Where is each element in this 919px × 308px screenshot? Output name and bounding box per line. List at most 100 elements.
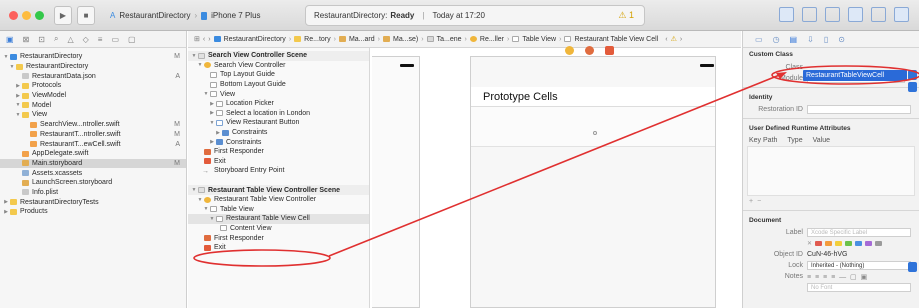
version-editor-icon[interactable] — [825, 7, 840, 22]
class-dropdown-button[interactable] — [908, 70, 917, 80]
resize-handle[interactable] — [593, 131, 597, 135]
scene-icon — [198, 187, 205, 194]
view-controller-icon[interactable] — [565, 46, 574, 55]
navigator-item-file[interactable]: AppDelegate.swift — [0, 149, 186, 159]
related-items-icon[interactable]: ⊞ — [194, 35, 200, 43]
breadcrumb-item[interactable]: RestaurantDirectory — [224, 36, 286, 43]
outline-item[interactable]: Top Layout Guide — [188, 70, 369, 80]
navigator-item-group[interactable]: ▶ Products — [0, 207, 186, 217]
report-navigator-icon[interactable]: ▢ — [128, 35, 136, 44]
issue-navigator-icon[interactable]: △ — [67, 35, 73, 44]
outline-item[interactable]: ▶ Select a location in London — [188, 109, 369, 119]
debug-area-toggle-icon[interactable] — [871, 7, 886, 22]
warning-badge[interactable]: ⚠ 1 — [618, 10, 634, 21]
notes-format-toolbar[interactable]: ≡ ≡ ≡ ≡ — ▢ ▣ — [807, 273, 868, 281]
stop-button[interactable]: ■ — [77, 6, 95, 25]
outline-item[interactable]: ▼ Search View Controller — [188, 61, 369, 71]
breakpoint-navigator-icon[interactable]: ▭ — [111, 35, 119, 44]
file-inspector-icon[interactable]: ▭ — [755, 35, 763, 44]
zoom-window-icon[interactable] — [35, 11, 44, 20]
source-control-icon[interactable]: ⊠ — [23, 35, 30, 44]
prototype-cell[interactable] — [471, 107, 715, 147]
symbol-navigator-icon[interactable]: ⊡ — [38, 35, 45, 44]
navigator-item-file[interactable]: RestaurantT...ntroller.swift M — [0, 130, 186, 140]
forward-button[interactable]: › — [208, 36, 210, 43]
find-navigator-icon[interactable]: ⌕ — [54, 34, 58, 44]
outline-item[interactable]: Bottom Layout Guide — [188, 80, 369, 90]
outline-item[interactable]: ▶ Constraints — [188, 128, 369, 138]
navigator-item-group[interactable]: ▶ Protocols — [0, 81, 186, 91]
outline-item[interactable]: → Storyboard Entry Point — [188, 166, 369, 176]
outline-scene[interactable]: ▼ Restaurant Table View Controller Scene — [188, 185, 369, 195]
navigator-item-group[interactable]: ▼ RestaurantDirectory — [0, 62, 186, 72]
back-button[interactable]: ‹ — [203, 36, 205, 43]
issue-forward-icon[interactable]: › — [680, 36, 682, 43]
module-dropdown-button[interactable] — [908, 82, 917, 92]
search-scene-frame[interactable] — [372, 56, 420, 308]
quick-help-icon[interactable]: ◷ — [773, 35, 780, 44]
doc-label-field[interactable]: Xcode Specific Label — [807, 228, 911, 237]
navigator-item-file[interactable]: Assets.xcassets — [0, 168, 186, 178]
restoration-id-field[interactable] — [807, 105, 911, 114]
outline-item-selected[interactable]: ▼ Restaurant Table View Cell — [188, 214, 369, 224]
exit-icon[interactable] — [605, 46, 614, 55]
test-navigator-icon[interactable]: ◇ — [83, 35, 89, 44]
outline-item[interactable]: ▶ Location Picker — [188, 99, 369, 109]
navigator-item-file[interactable]: RestaurantData.json A — [0, 71, 186, 81]
standard-editor-icon[interactable] — [779, 7, 794, 22]
navigator-item-file[interactable]: SearchView...ntroller.swift M — [0, 120, 186, 130]
breadcrumb-item[interactable]: Ta...ene — [437, 36, 462, 43]
navigator-item-group[interactable]: ▶ ViewModel — [0, 91, 186, 101]
scheme-selector[interactable]: A RestaurantDirectory › iPhone 7 Plus — [110, 6, 290, 25]
navigator-item-group[interactable]: ▼ View — [0, 110, 186, 120]
swift-file-icon — [30, 121, 37, 128]
minimize-window-icon[interactable] — [22, 11, 31, 20]
navigator-item-file[interactable]: RestaurantT...ewCell.swift A — [0, 139, 186, 149]
outline-item[interactable]: First Responder — [188, 233, 369, 243]
lock-dropdown-button[interactable] — [908, 262, 917, 272]
breadcrumb-item[interactable]: Ma...ard — [349, 36, 375, 43]
runtime-attributes-table[interactable] — [747, 146, 915, 196]
assistant-editor-icon[interactable] — [802, 7, 817, 22]
debug-navigator-icon[interactable]: ≡ — [98, 35, 103, 44]
navigator-item-file[interactable]: Info.plist — [0, 188, 186, 198]
project-navigator-icon[interactable]: ▣ — [6, 35, 14, 44]
outline-item[interactable]: ▼ View Restaurant Button — [188, 118, 369, 128]
outline-item[interactable]: ▼ Table View — [188, 205, 369, 215]
add-attribute-icon[interactable]: + — [749, 198, 753, 205]
notes-font-field[interactable]: No Font — [807, 283, 911, 292]
size-inspector-icon[interactable]: ▯ — [824, 35, 828, 44]
identity-inspector-icon[interactable]: ▤ — [790, 35, 798, 44]
navigator-item-group[interactable]: ▼ Model — [0, 100, 186, 110]
issue-back-icon[interactable]: ‹ — [665, 36, 667, 43]
attributes-inspector-icon[interactable]: ⇩ — [807, 35, 814, 44]
outline-item[interactable]: Content View — [188, 224, 369, 234]
outline-item[interactable]: Exit — [188, 243, 369, 253]
breadcrumb-item[interactable]: Table View — [522, 36, 556, 43]
connections-inspector-icon[interactable]: ⊙ — [838, 35, 845, 44]
navigator-toggle-icon[interactable] — [848, 7, 863, 22]
breadcrumb-item[interactable]: Re...tory — [304, 36, 330, 43]
breadcrumb-item[interactable]: Re...ller — [480, 36, 504, 43]
outline-item[interactable]: ▶ Constraints — [188, 137, 369, 147]
first-responder-icon[interactable] — [585, 46, 594, 55]
close-window-icon[interactable] — [9, 11, 18, 20]
run-button[interactable]: ▶ — [54, 6, 72, 25]
breadcrumb-item[interactable]: Ma...se) — [393, 36, 418, 43]
navigator-item-selected[interactable]: Main.storyboard M — [0, 158, 186, 169]
remove-attribute-icon[interactable]: − — [757, 198, 761, 205]
outline-item[interactable]: ▼ View — [188, 89, 369, 99]
navigator-item-group[interactable]: ▶ RestaurantDirectoryTests — [0, 197, 186, 207]
outline-item[interactable]: ▼ Restaurant Table View Controller — [188, 195, 369, 205]
lock-select[interactable]: Inherited - (Nothing) — [807, 261, 911, 270]
utilities-toggle-icon[interactable] — [894, 7, 909, 22]
breadcrumb-item[interactable]: Restaurant Table View Cell — [574, 36, 658, 43]
custom-class-field[interactable]: RestaurantTableViewCell — [803, 70, 907, 81]
outline-scene[interactable]: ▼ Search View Controller Scene — [188, 51, 369, 61]
navigator-item-project[interactable]: ▼ RestaurantDirectory M — [0, 52, 186, 62]
outline-item[interactable]: Exit — [188, 157, 369, 167]
navigator-item-file[interactable]: LaunchScreen.storyboard — [0, 178, 186, 188]
outline-item[interactable]: First Responder — [188, 147, 369, 157]
issue-warning-icon[interactable]: ⚠ — [671, 35, 677, 43]
label-color-swatches[interactable]: ✕ — [807, 240, 883, 247]
